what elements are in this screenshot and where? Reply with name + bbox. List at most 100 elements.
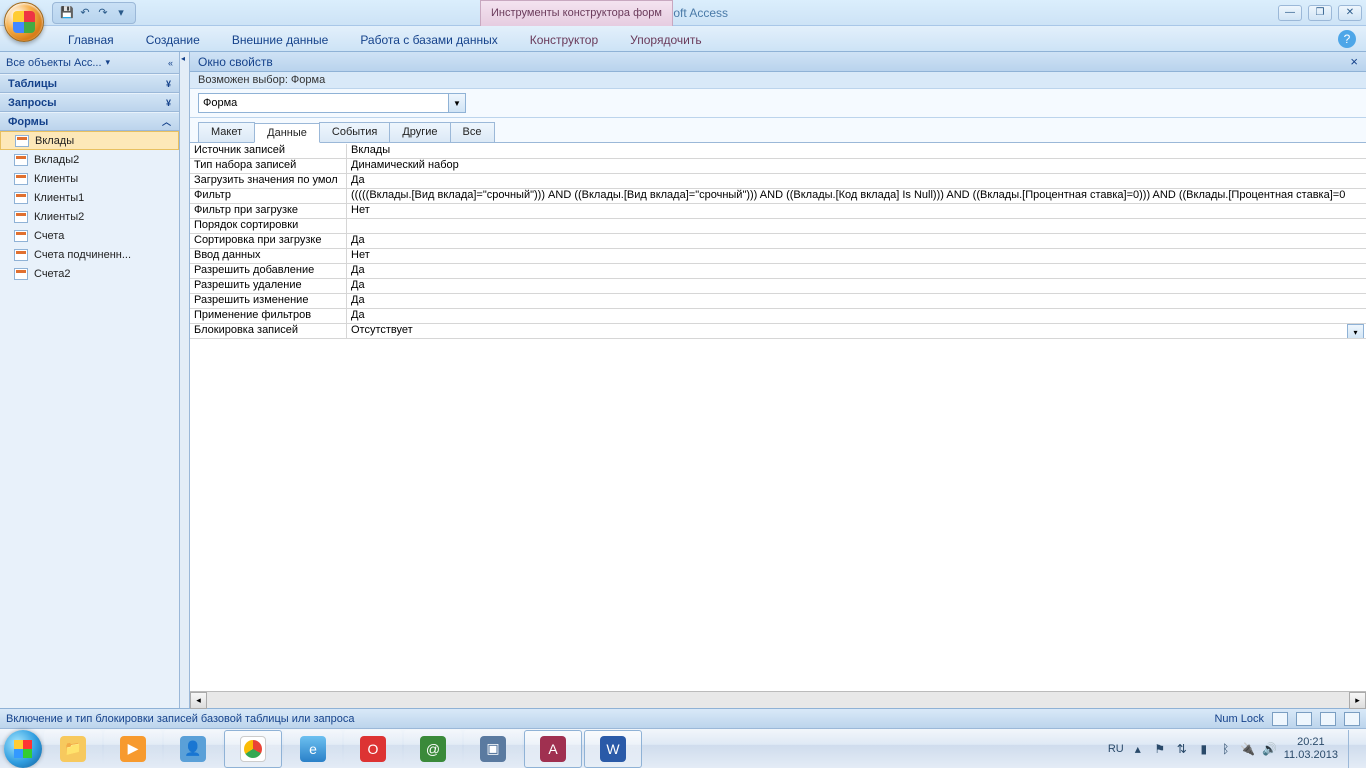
language-indicator[interactable]: RU bbox=[1108, 743, 1124, 755]
form-icon bbox=[14, 154, 28, 166]
close-button[interactable]: ✕ bbox=[1338, 5, 1362, 21]
tab-arrange[interactable]: Упорядочить bbox=[614, 29, 717, 51]
navpane-title: Все объекты Acc... bbox=[6, 57, 102, 69]
taskbar-mail[interactable]: @ bbox=[404, 730, 462, 768]
redo-icon[interactable]: ↷ bbox=[95, 5, 111, 21]
system-tray: RU ▴ ⚑ ⇅ ▮ ᛒ 🔌 🔊 20:21 11.03.2013 bbox=[1108, 730, 1362, 768]
navitem-form[interactable]: Клиенты2 bbox=[0, 207, 179, 226]
save-icon[interactable]: 💾 bbox=[59, 5, 75, 21]
help-icon[interactable]: ? bbox=[1338, 30, 1356, 48]
navgroup-forms[interactable]: Формы︿ bbox=[0, 112, 179, 131]
form-icon bbox=[14, 192, 28, 204]
taskbar-access[interactable]: A bbox=[524, 730, 582, 768]
property-sheet-title-bar[interactable]: Окно свойств × bbox=[190, 52, 1366, 72]
property-row[interactable]: Сортировка при загрузкеДа bbox=[190, 234, 1366, 249]
navitem-form[interactable]: Клиенты bbox=[0, 169, 179, 188]
qat-dropdown-icon[interactable]: ▾ bbox=[113, 5, 129, 21]
taskbar-media[interactable]: ▶ bbox=[104, 730, 162, 768]
property-selector-value: Форма bbox=[203, 97, 237, 109]
navgroup-tables[interactable]: Таблицы¥ bbox=[0, 74, 179, 93]
office-button[interactable] bbox=[4, 2, 48, 46]
navitem-form[interactable]: Счета bbox=[0, 226, 179, 245]
property-row[interactable]: Фильтр при загрузкеНет bbox=[190, 204, 1366, 219]
tray-bluetooth-icon[interactable]: ᛒ bbox=[1218, 741, 1234, 757]
tab-create[interactable]: Создание bbox=[130, 29, 216, 51]
dropdown-icon[interactable]: ▼ bbox=[448, 94, 465, 112]
property-tabs: Макет Данные События Другие Все bbox=[190, 118, 1366, 143]
tray-expand-icon[interactable]: ▴ bbox=[1130, 741, 1146, 757]
navitem-form[interactable]: Счета подчиненн... bbox=[0, 245, 179, 264]
form-icon bbox=[14, 211, 28, 223]
property-selector-combo[interactable]: Форма ▼ bbox=[198, 93, 466, 113]
tab-external-data[interactable]: Внешние данные bbox=[216, 29, 345, 51]
contextual-tab-title: Инструменты конструктора форм bbox=[480, 0, 673, 26]
ptab-data[interactable]: Данные bbox=[254, 123, 320, 143]
taskbar-chrome[interactable] bbox=[224, 730, 282, 768]
tab-database-tools[interactable]: Работа с базами данных bbox=[344, 29, 513, 51]
property-row[interactable]: Применение фильтровДа bbox=[190, 309, 1366, 324]
horizontal-scrollbar[interactable]: ◂ ▸ bbox=[190, 691, 1366, 708]
taskbar-opera[interactable]: O bbox=[344, 730, 402, 768]
taskbar-app[interactable]: 👤 bbox=[164, 730, 222, 768]
ptab-other[interactable]: Другие bbox=[389, 122, 450, 142]
taskbar-explorer[interactable]: 📁 bbox=[44, 730, 102, 768]
property-row[interactable]: Разрешить изменениеДа bbox=[190, 294, 1366, 309]
navitem-form[interactable]: Вклады2 bbox=[0, 150, 179, 169]
view-design-icon[interactable] bbox=[1344, 712, 1360, 726]
status-message: Включение и тип блокировки записей базов… bbox=[6, 713, 354, 725]
tray-network-icon[interactable]: ⇅ bbox=[1174, 741, 1190, 757]
property-row[interactable]: Тип набора записейДинамический набор bbox=[190, 159, 1366, 174]
property-sheet-title: Окно свойств bbox=[198, 55, 273, 69]
ptab-events[interactable]: События bbox=[319, 122, 390, 142]
minimize-button[interactable]: — bbox=[1278, 5, 1302, 21]
scroll-left-icon[interactable]: ◂ bbox=[190, 692, 207, 709]
navitem-form[interactable]: Клиенты1 bbox=[0, 188, 179, 207]
property-row[interactable]: Разрешить добавлениеДа bbox=[190, 264, 1366, 279]
view-form-icon[interactable] bbox=[1272, 712, 1288, 726]
tray-power-icon[interactable]: 🔌 bbox=[1240, 741, 1256, 757]
restore-button[interactable]: ❐ bbox=[1308, 5, 1332, 21]
navpane-resize-handle[interactable] bbox=[180, 52, 190, 708]
close-icon[interactable]: × bbox=[1350, 54, 1358, 69]
ribbon-tabs: Главная Создание Внешние данные Работа с… bbox=[0, 26, 1366, 52]
scroll-right-icon[interactable]: ▸ bbox=[1349, 692, 1366, 709]
view-datasheet-icon[interactable] bbox=[1296, 712, 1312, 726]
property-row[interactable]: Загрузить значения по умолДа bbox=[190, 174, 1366, 189]
taskbar-ie[interactable]: e bbox=[284, 730, 342, 768]
title-bar: 💾 ↶ ↷ ▾ Microsoft Access Инструменты кон… bbox=[0, 0, 1366, 26]
taskbar-word[interactable]: W bbox=[584, 730, 642, 768]
navgroup-queries[interactable]: Запросы¥ bbox=[0, 93, 179, 112]
quick-access-toolbar: 💾 ↶ ↷ ▾ bbox=[52, 2, 136, 24]
undo-icon[interactable]: ↶ bbox=[77, 5, 93, 21]
property-row[interactable]: Ввод данныхНет bbox=[190, 249, 1366, 264]
tray-volume-icon[interactable]: 🔊 bbox=[1262, 741, 1278, 757]
start-button[interactable] bbox=[4, 730, 42, 768]
property-row[interactable]: Фильтр(((((Вклады.[Вид вклада]="срочный"… bbox=[190, 189, 1366, 204]
status-bar: Включение и тип блокировки записей базов… bbox=[0, 708, 1366, 728]
navpane-menu-icon[interactable]: ▾ bbox=[106, 57, 111, 68]
tray-battery-icon[interactable]: ▮ bbox=[1196, 741, 1212, 757]
tab-home[interactable]: Главная bbox=[52, 29, 130, 51]
tray-action-center-icon[interactable]: ⚑ bbox=[1152, 741, 1168, 757]
ptab-layout[interactable]: Макет bbox=[198, 122, 255, 142]
property-row[interactable]: Разрешить удалениеДа bbox=[190, 279, 1366, 294]
view-layout-icon[interactable] bbox=[1320, 712, 1336, 726]
property-row[interactable]: Блокировка записейОтсутствует bbox=[190, 324, 1366, 339]
form-icon bbox=[14, 173, 28, 185]
form-icon bbox=[15, 135, 29, 147]
property-selector-row: Форма ▼ bbox=[190, 89, 1366, 118]
form-icon bbox=[14, 230, 28, 242]
windows-taskbar: 📁 ▶ 👤 e O @ ▣ A W RU ▴ ⚑ ⇅ ▮ ᛒ 🔌 🔊 20:21… bbox=[0, 728, 1366, 768]
ptab-all[interactable]: Все bbox=[450, 122, 495, 142]
navpane-header[interactable]: Все объекты Acc... ▾ « bbox=[0, 52, 179, 74]
navitem-form[interactable]: Счета2 bbox=[0, 264, 179, 283]
taskbar-vbox[interactable]: ▣ bbox=[464, 730, 522, 768]
property-row[interactable]: Порядок сортировки bbox=[190, 219, 1366, 234]
tab-designer[interactable]: Конструктор bbox=[514, 29, 614, 51]
show-desktop-button[interactable] bbox=[1348, 730, 1356, 768]
navpane-collapse-icon[interactable]: « bbox=[168, 58, 173, 68]
navitem-form[interactable]: Вклады bbox=[0, 131, 179, 150]
tray-clock[interactable]: 20:21 11.03.2013 bbox=[1284, 736, 1338, 760]
form-icon bbox=[14, 249, 28, 261]
property-row[interactable]: Источник записейВклады bbox=[190, 144, 1366, 159]
